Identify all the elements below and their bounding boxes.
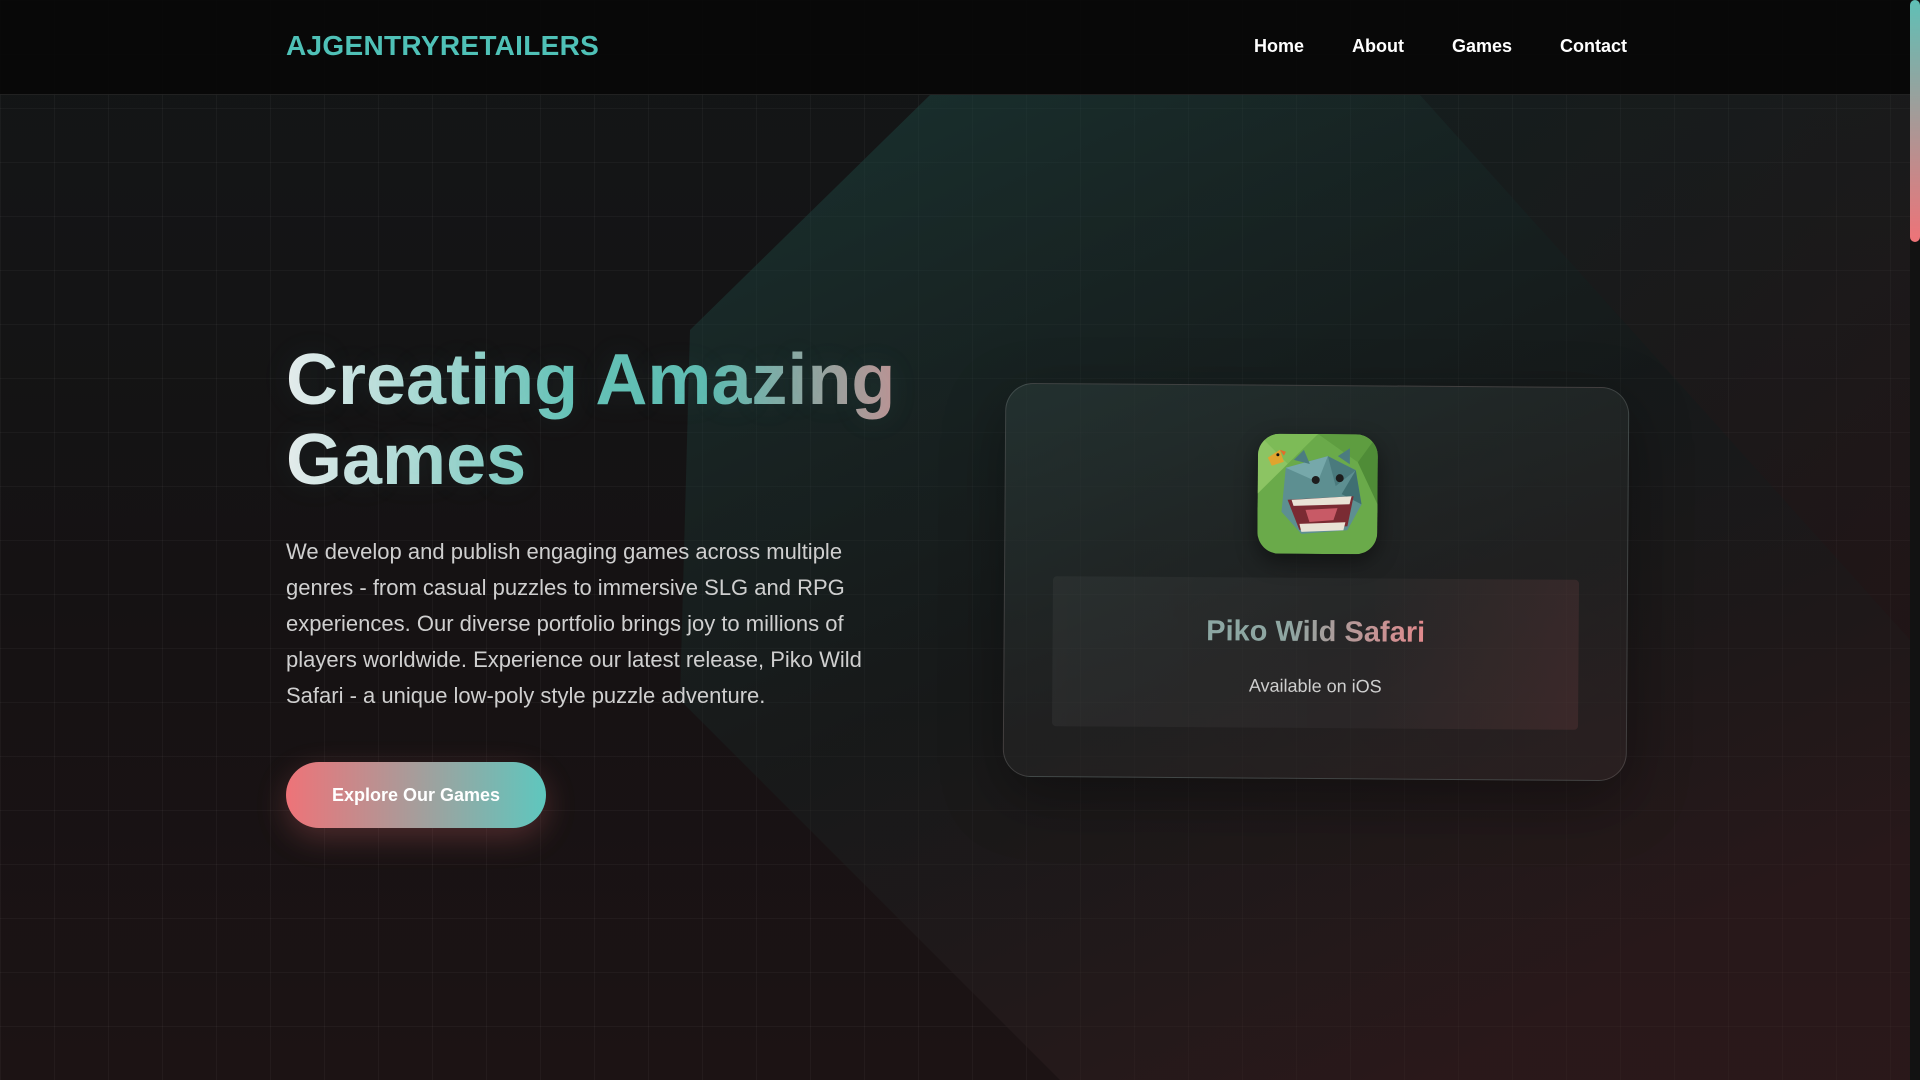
nav-contact[interactable]: Contact bbox=[1560, 36, 1627, 57]
featured-game-card[interactable]: Piko Wild Safari Available on iOS bbox=[1002, 382, 1630, 782]
game-title: Piko Wild Safari bbox=[1053, 614, 1579, 651]
hero-title: Creating Amazing Games bbox=[286, 340, 966, 500]
nav-games[interactable]: Games bbox=[1452, 36, 1512, 57]
main-nav: Home About Games Contact bbox=[1254, 36, 1627, 57]
hero-description: We develop and publish engaging games ac… bbox=[286, 539, 862, 708]
scrollbar-thumb[interactable] bbox=[1910, 0, 1920, 242]
explore-games-button[interactable]: Explore Our Games bbox=[286, 762, 546, 828]
site-header: AJGENTRYRETAILERS Home About Games Conta… bbox=[0, 0, 1910, 95]
game-platform-label: Available on iOS bbox=[1248, 675, 1382, 697]
page-scrollbar[interactable] bbox=[1910, 0, 1920, 1080]
game-info-panel: Piko Wild Safari Available on iOS bbox=[1051, 576, 1580, 730]
nav-about[interactable]: About bbox=[1352, 36, 1404, 57]
hippo-game-icon bbox=[1257, 433, 1379, 555]
brand-logo-link[interactable]: AJGENTRYRETAILERS bbox=[286, 30, 599, 62]
page: AJGENTRYRETAILERS Home About Games Conta… bbox=[0, 0, 1920, 1080]
nav-home[interactable]: Home bbox=[1254, 36, 1304, 57]
